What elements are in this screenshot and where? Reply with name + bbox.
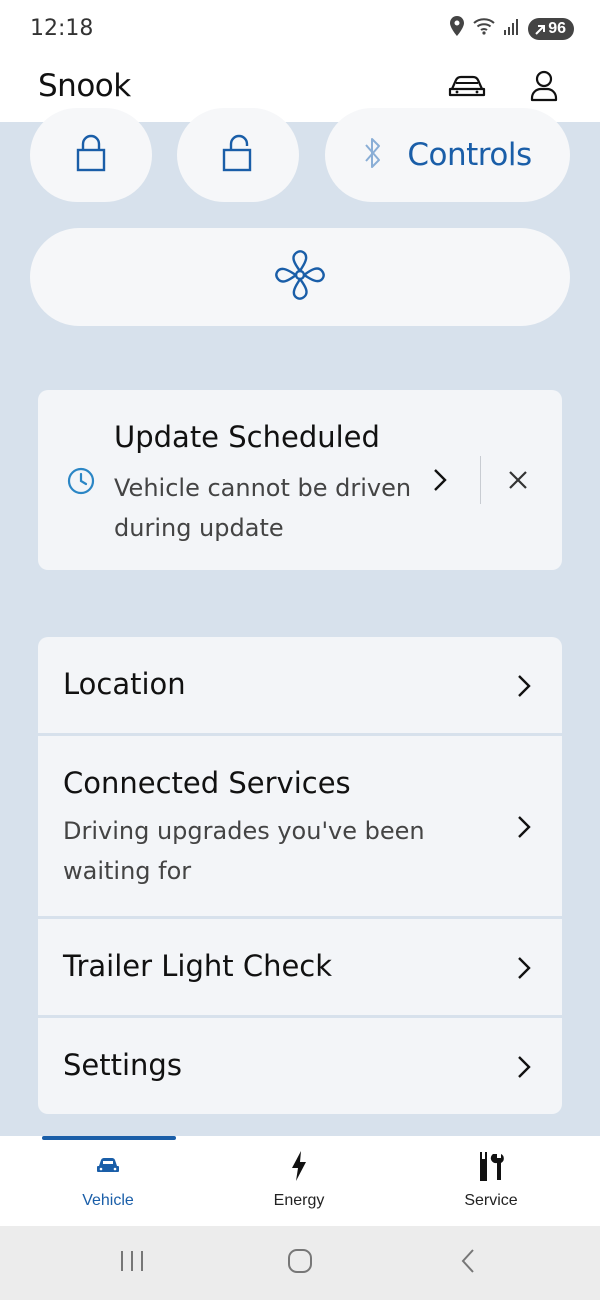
- status-icons: 96: [450, 16, 574, 41]
- recent-apps-button[interactable]: [112, 1248, 152, 1278]
- controls-button[interactable]: Controls: [325, 108, 570, 202]
- menu-item-label: Connected Services: [63, 766, 351, 800]
- fan-icon: [274, 249, 326, 306]
- menu-item-label: Location: [63, 667, 186, 701]
- chevron-right-icon: [516, 673, 532, 704]
- tab-vehicle[interactable]: Vehicle: [8, 1136, 208, 1226]
- update-title: Update Scheduled: [114, 420, 380, 454]
- divider: [480, 456, 481, 504]
- tab-energy[interactable]: Energy: [199, 1136, 399, 1226]
- clock-icon: [66, 466, 96, 501]
- status-bar: 12:18 96: [0, 0, 600, 58]
- system-nav-bar: [0, 1226, 600, 1300]
- account-button[interactable]: [524, 70, 564, 106]
- tab-label: Energy: [273, 1192, 325, 1209]
- home-icon: [287, 1248, 313, 1279]
- vehicles-button[interactable]: [447, 70, 487, 106]
- status-time: 12:18: [30, 16, 94, 41]
- back-icon: [459, 1248, 477, 1279]
- lock-icon: [76, 134, 106, 177]
- menu-item-sublabel: Driving upgrades you've been waiting for: [63, 817, 425, 885]
- back-button[interactable]: [448, 1248, 488, 1278]
- menu-item-trailer-light-check[interactable]: Trailer Light Check: [38, 919, 562, 1015]
- battery-level: 96: [548, 19, 566, 37]
- chevron-right-icon: [516, 955, 532, 986]
- menu-item-connected-services[interactable]: Connected Services Driving upgrades you'…: [38, 736, 562, 916]
- controls-label: Controls: [407, 137, 532, 173]
- menu-item-label: Settings: [63, 1048, 182, 1082]
- wifi-icon: [472, 16, 496, 41]
- battery-icon: 96: [528, 17, 574, 40]
- update-description: Vehicle cannot be driven during update: [114, 474, 412, 542]
- menu-item-label: Trailer Light Check: [63, 949, 333, 983]
- tab-label: Vehicle: [82, 1192, 134, 1209]
- location-icon: [450, 16, 465, 41]
- unlock-icon: [222, 134, 254, 177]
- bottom-nav: Vehicle Energy Service: [0, 1136, 600, 1226]
- account-icon: [530, 70, 558, 107]
- tools-icon: [478, 1150, 504, 1182]
- chevron-right-icon[interactable]: [432, 467, 448, 498]
- vehicle-name: Snook: [38, 68, 131, 104]
- signal-icon: [504, 17, 520, 40]
- tab-label: Service: [464, 1192, 518, 1209]
- car-icon: [96, 1150, 120, 1182]
- lock-button[interactable]: [30, 108, 152, 202]
- menu-item-settings[interactable]: Settings: [38, 1018, 562, 1114]
- unlock-button[interactable]: [177, 108, 299, 202]
- bluetooth-icon: [363, 136, 383, 175]
- update-card[interactable]: Update Scheduled Vehicle cannot be drive…: [38, 390, 562, 570]
- bolt-icon: [289, 1150, 309, 1182]
- vehicles-icon: [448, 71, 486, 106]
- menu-item-location[interactable]: Location: [38, 637, 562, 733]
- home-button[interactable]: [280, 1248, 320, 1278]
- chevron-right-icon: [516, 814, 532, 845]
- chevron-right-icon: [516, 1054, 532, 1085]
- close-icon[interactable]: [506, 468, 530, 497]
- recent-apps-icon: [119, 1249, 145, 1278]
- tab-service[interactable]: Service: [391, 1136, 591, 1226]
- climate-button[interactable]: [30, 228, 570, 326]
